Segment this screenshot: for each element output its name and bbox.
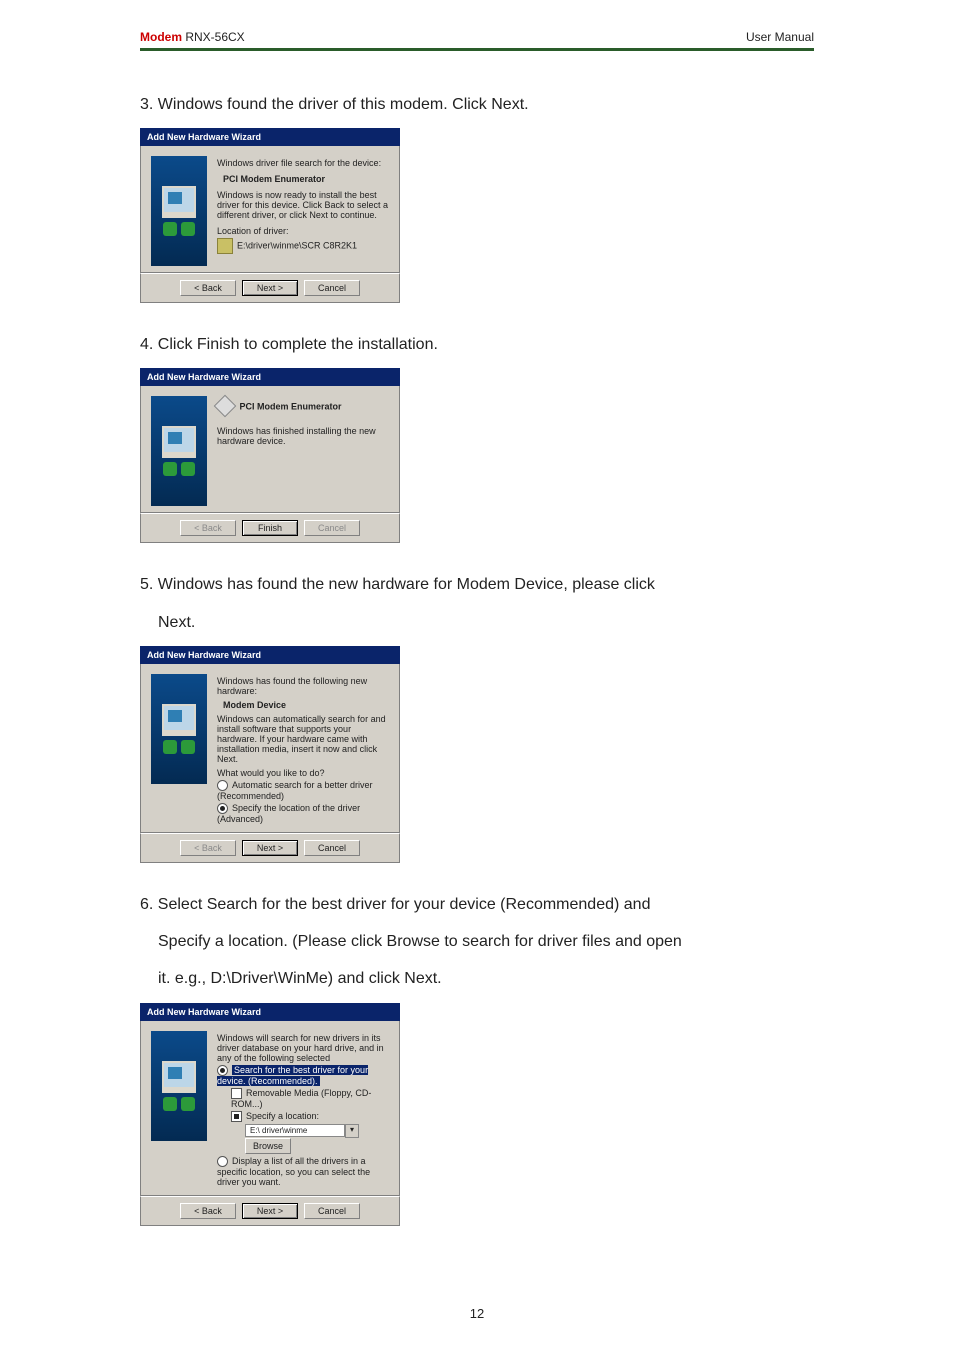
wiz3-loc-label: Location of driver: [217, 226, 389, 236]
file-icon [217, 238, 233, 254]
wiz4-device-name: PCI Modem Enumerator [240, 402, 342, 412]
wiz5-l4: What would you like to do? [217, 768, 389, 778]
wizard-title: Add New Hardware Wizard [140, 1003, 400, 1021]
path-input[interactable]: E:\ driver\winme [245, 1124, 345, 1137]
wizard-title: Add New Hardware Wizard [140, 128, 400, 146]
wizard-side-graphic [151, 1031, 207, 1141]
wiz4-device: PCI Modem Enumerator [217, 398, 389, 416]
step-6c-text: it. e.g., D:\Driver\WinMe) and click Nex… [140, 965, 814, 992]
wiz3-path: E:\driver\winme\SCR C8R2K1 [237, 241, 357, 251]
cancel-button[interactable]: Cancel [304, 840, 360, 856]
step-6-text: 6. Select Search for the best driver for… [140, 891, 814, 918]
header-right: User Manual [746, 30, 814, 44]
wizard-side-graphic [151, 396, 207, 506]
back-button: < Back [180, 840, 236, 856]
wiz6-c1-label: Removable Media (Floppy, CD-ROM...) [231, 1088, 371, 1109]
finish-button[interactable]: Finish [242, 520, 298, 536]
screenshot-3: Add New Hardware Wizard Windows driver f… [140, 128, 400, 303]
wiz3-loc: E:\driver\winme\SCR C8R2K1 [217, 238, 389, 254]
cancel-button[interactable]: Cancel [304, 280, 360, 296]
wiz6-c2-label: Specify a location: [246, 1111, 319, 1121]
wizard-side-graphic [151, 156, 207, 266]
cancel-button: Cancel [304, 520, 360, 536]
header-left: Modem RNX-56CX [140, 30, 245, 44]
wiz5-r2-label: Specify the location of the driver (Adva… [217, 803, 360, 824]
wiz5-l3: Windows can automatically search for and… [217, 714, 389, 764]
wiz5-device: Modem Device [223, 700, 389, 710]
back-button[interactable]: < Back [180, 1203, 236, 1219]
monitor-icon [162, 426, 196, 458]
wiz6-radio1[interactable]: Search for the best driver for your devi… [217, 1065, 389, 1086]
side-icon [163, 1097, 177, 1111]
side-icon [163, 740, 177, 754]
step-6b-text: Specify a location. (Please click Browse… [140, 928, 814, 955]
wiz6-chk2[interactable]: Specify a location: [231, 1111, 389, 1122]
monitor-icon [162, 1061, 196, 1093]
dropdown-button[interactable]: ▾ [345, 1124, 359, 1138]
wiz5-radio2[interactable]: Specify the location of the driver (Adva… [217, 803, 389, 824]
wiz4-msg: Windows has finished installing the new … [217, 426, 389, 446]
wiz6-r2-label: Display a list of all the drivers in a s… [217, 1156, 370, 1187]
step-3-text: 3. Windows found the driver of this mode… [140, 91, 814, 118]
wiz6-r1-label: Search for the best driver for your devi… [217, 1065, 368, 1086]
wiz3-line1: Windows driver file search for the devic… [217, 158, 389, 168]
cancel-button[interactable]: Cancel [304, 1203, 360, 1219]
screenshot-6: Add New Hardware Wizard Windows will sea… [140, 1003, 400, 1227]
monitor-icon [162, 704, 196, 736]
wiz3-line3: Windows is now ready to install the best… [217, 190, 389, 220]
back-button[interactable]: < Back [180, 280, 236, 296]
wiz6-radio2[interactable]: Display a list of all the drivers in a s… [217, 1156, 389, 1187]
side-icon [163, 462, 177, 476]
monitor-icon [162, 186, 196, 218]
step-5-text: 5. Windows has found the new hardware fo… [140, 571, 814, 598]
page-number: 12 [140, 1306, 814, 1321]
device-icon [214, 395, 237, 418]
brand: Modem [140, 30, 182, 44]
side-icon [181, 1097, 195, 1111]
side-icon [181, 222, 195, 236]
model: RNX-56CX [182, 30, 245, 44]
wiz6-chk1[interactable]: Removable Media (Floppy, CD-ROM...) [231, 1088, 389, 1109]
screenshot-4: Add New Hardware Wizard PCI Modem Enumer… [140, 368, 400, 543]
radio-icon [217, 1065, 228, 1076]
back-button: < Back [180, 520, 236, 536]
wiz6-path-row: E:\ driver\winme▾ Browse [245, 1124, 389, 1154]
next-button[interactable]: Next > [242, 280, 298, 296]
side-icon [181, 740, 195, 754]
browse-button[interactable]: Browse [245, 1138, 291, 1154]
next-button[interactable]: Next > [242, 1203, 298, 1219]
screenshot-5: Add New Hardware Wizard Windows has foun… [140, 646, 400, 863]
wiz5-radio1[interactable]: Automatic search for a better driver (Re… [217, 780, 389, 801]
step-5b-text: Next. [140, 609, 814, 636]
side-icon [181, 462, 195, 476]
next-button[interactable]: Next > [242, 840, 298, 856]
wiz5-r1-label: Automatic search for a better driver (Re… [217, 780, 373, 801]
radio-icon [217, 803, 228, 814]
step-4-text: 4. Click Finish to complete the installa… [140, 331, 814, 358]
header-rule [140, 48, 814, 51]
radio-icon [217, 780, 228, 791]
checkbox-icon [231, 1088, 242, 1099]
checkbox-icon [231, 1111, 242, 1122]
wizard-title: Add New Hardware Wizard [140, 368, 400, 386]
wiz6-l1: Windows will search for new drivers in i… [217, 1033, 389, 1063]
side-icon [163, 222, 177, 236]
wiz3-device: PCI Modem Enumerator [223, 174, 389, 184]
wizard-side-graphic [151, 674, 207, 784]
wizard-title: Add New Hardware Wizard [140, 646, 400, 664]
wiz5-l1: Windows has found the following new hard… [217, 676, 389, 696]
radio-icon [217, 1156, 228, 1167]
